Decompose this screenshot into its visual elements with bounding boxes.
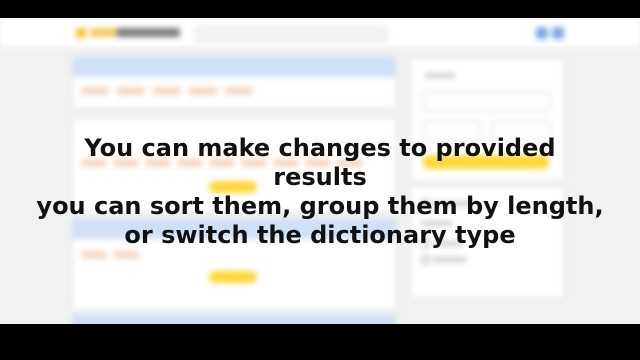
results-card-header — [73, 315, 395, 324]
load-more-button[interactable] — [209, 271, 257, 283]
letterbox-bottom — [0, 324, 640, 360]
results-card — [72, 314, 396, 324]
caption-line: results — [273, 163, 367, 191]
word-chip[interactable] — [189, 87, 217, 95]
dictionary-option-label — [433, 257, 467, 262]
caption-line: you can sort them, group them by length, — [36, 192, 604, 220]
search-input[interactable] — [195, 26, 387, 42]
dictionary-radio[interactable] — [421, 255, 430, 264]
menu-icon[interactable] — [536, 27, 548, 39]
user-icon[interactable] — [552, 27, 564, 39]
top-navigation-bar — [0, 18, 640, 49]
letterbox-top — [0, 0, 640, 18]
word-chip[interactable] — [225, 87, 253, 95]
caption-line: or switch the dictionary type — [124, 221, 516, 249]
site-logo-text[interactable] — [90, 28, 180, 37]
video-frame: You can make changes to provided results… — [0, 18, 640, 324]
results-card — [72, 56, 396, 108]
word-chip[interactable] — [81, 251, 107, 259]
word-chip[interactable] — [81, 87, 109, 95]
tutorial-caption: You can make changes to provided results… — [0, 134, 640, 250]
filter-label — [425, 73, 455, 78]
caption-line: You can make changes to provided — [84, 134, 556, 162]
results-card-header — [73, 57, 395, 77]
word-chip[interactable] — [113, 251, 139, 259]
word-chip[interactable] — [153, 87, 181, 95]
word-chip[interactable] — [117, 87, 145, 95]
letters-input[interactable] — [423, 91, 551, 111]
logo-icon[interactable] — [76, 28, 86, 38]
